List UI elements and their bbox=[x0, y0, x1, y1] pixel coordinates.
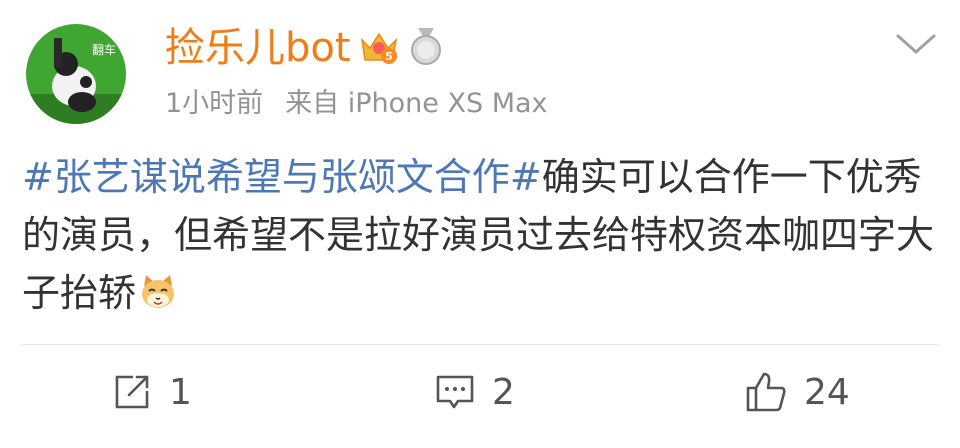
avatar[interactable]: 翻车 bbox=[26, 24, 126, 124]
username[interactable]: 捡乐儿bot bbox=[165, 22, 351, 74]
chevron-down-icon[interactable] bbox=[894, 30, 938, 62]
comment-icon bbox=[436, 375, 474, 409]
avatar-label: 翻车 bbox=[92, 42, 116, 57]
share-count: 1 bbox=[169, 371, 192, 413]
crown-level: 5 bbox=[385, 50, 393, 63]
post-time: 1小时前 bbox=[165, 88, 264, 119]
share-button[interactable]: 1 bbox=[111, 364, 192, 420]
comment-count: 2 bbox=[492, 371, 515, 413]
post-content: #张艺谋说希望与张颂文合作#确实可以合作一下优秀的演员，但希望不是拉好演员过去给… bbox=[22, 148, 937, 322]
topic-link[interactable]: #张艺谋说希望与张颂文合作# bbox=[22, 155, 542, 199]
avatar-image: 翻车 bbox=[26, 24, 126, 124]
divider bbox=[22, 344, 938, 345]
thumbs-up-icon bbox=[746, 372, 786, 412]
post-source: 来自 iPhone XS Max bbox=[285, 88, 548, 119]
like-count: 24 bbox=[804, 371, 850, 413]
medal-icon[interactable] bbox=[406, 26, 446, 70]
share-icon bbox=[115, 375, 149, 409]
cat-face-emoji-icon bbox=[138, 270, 178, 310]
like-button[interactable]: 24 bbox=[744, 364, 850, 420]
vip-crown-icon[interactable]: 5 bbox=[358, 26, 400, 70]
comment-button[interactable]: 2 bbox=[434, 364, 515, 420]
post-meta: 1小时前 来自 iPhone XS Max bbox=[165, 84, 548, 124]
